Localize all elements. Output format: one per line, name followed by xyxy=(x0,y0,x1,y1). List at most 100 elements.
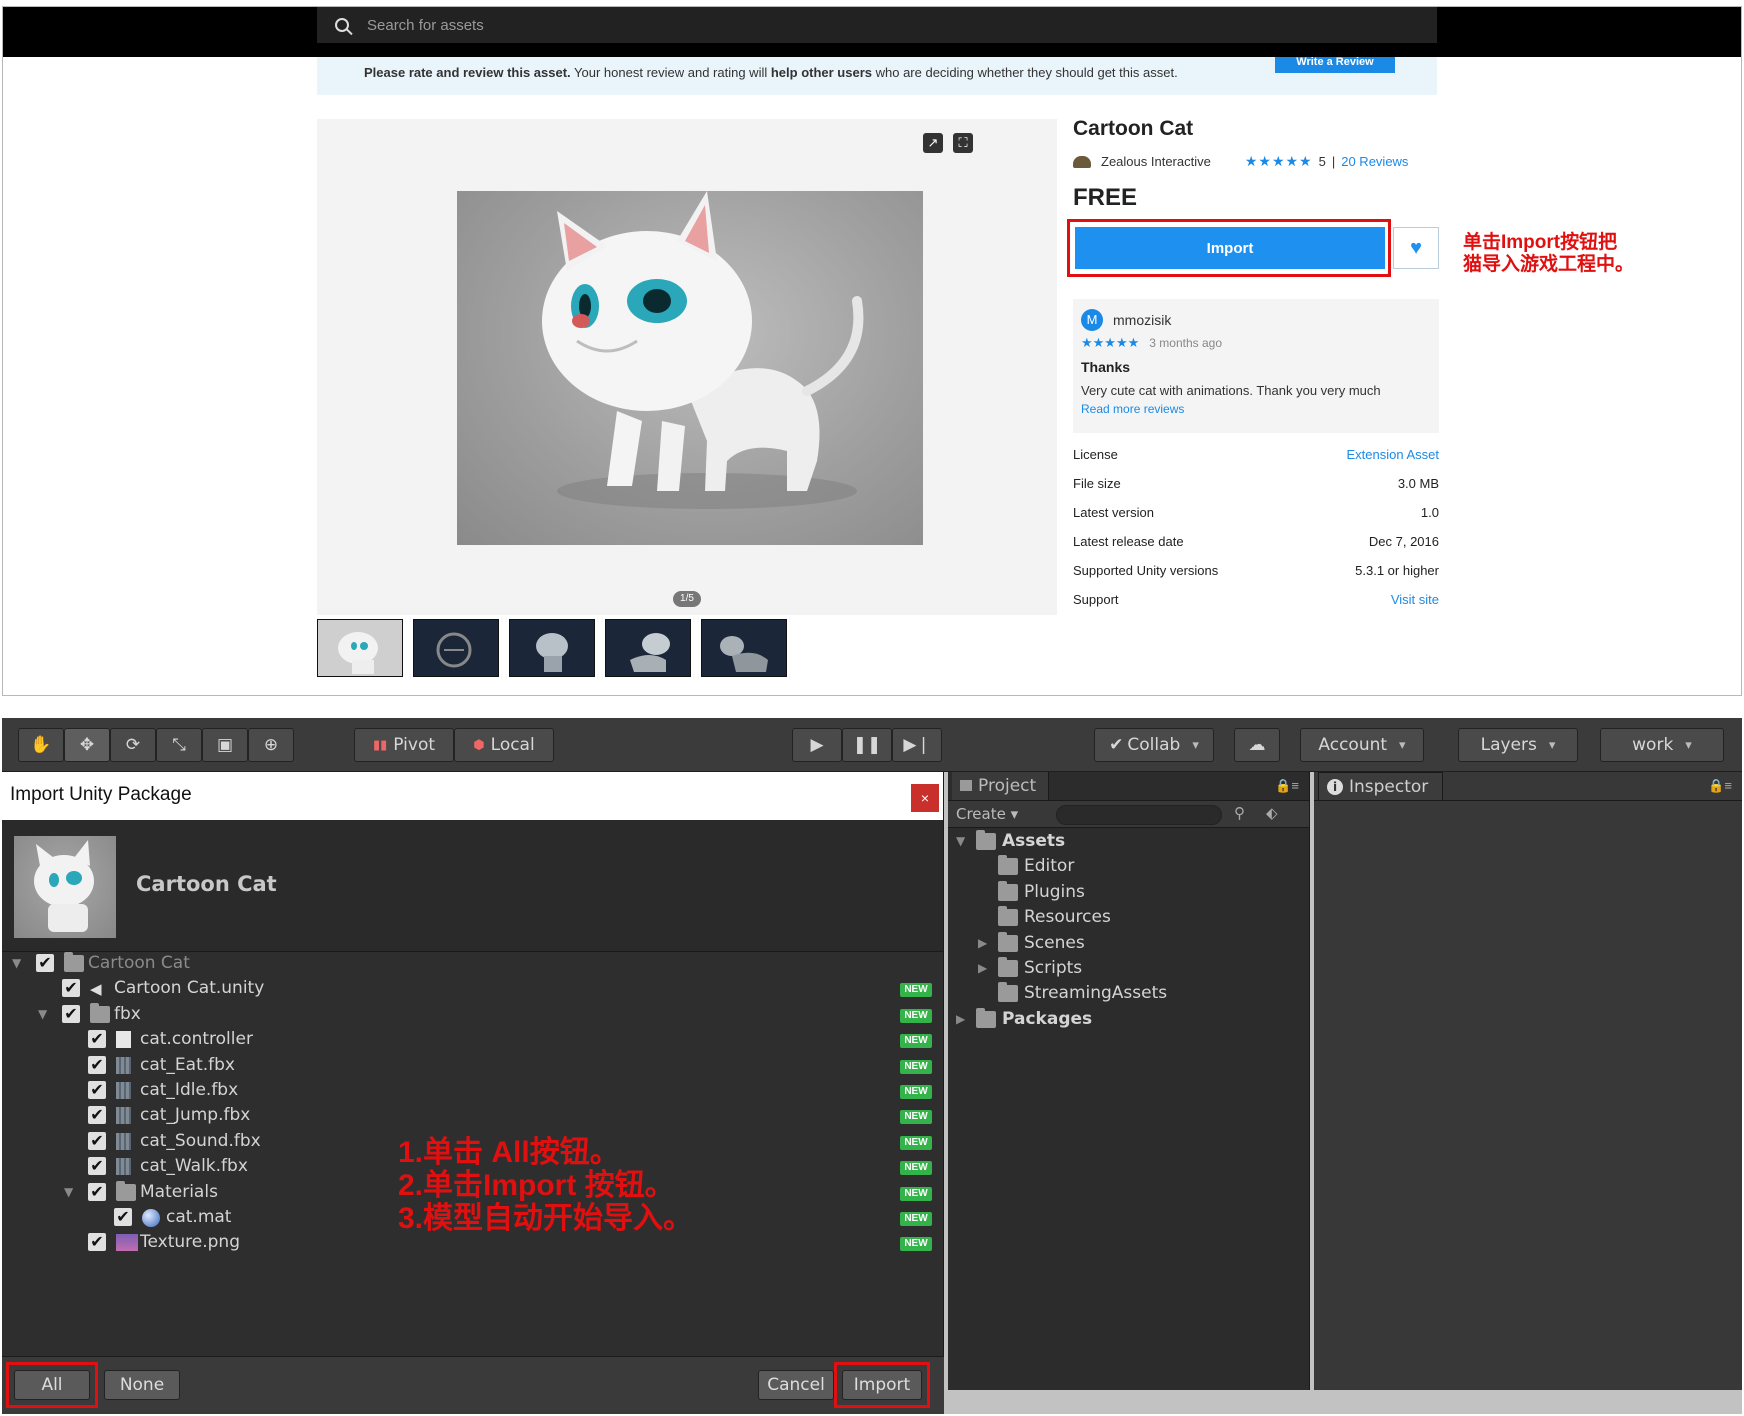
layout-dropdown[interactable]: work xyxy=(1600,728,1724,762)
checkbox[interactable]: ✔ xyxy=(88,1080,106,1099)
expand-arrow-icon[interactable]: ▶ xyxy=(978,936,992,950)
package-item[interactable]: ✔ cat.controller NEW xyxy=(2,1028,944,1053)
asset-search-input[interactable]: Search for assets xyxy=(317,7,1437,43)
none-button[interactable]: None xyxy=(104,1370,180,1400)
checkbox[interactable]: ✔ xyxy=(88,1131,106,1150)
package-item[interactable]: ✔ Texture.png NEW xyxy=(2,1231,944,1256)
tab-project[interactable]: Project xyxy=(952,772,1050,800)
expand-arrow-icon[interactable]: ▶ xyxy=(956,1012,970,1026)
step-icon[interactable]: ▶❘ xyxy=(892,728,942,762)
checkbox[interactable]: ✔ xyxy=(88,1182,106,1201)
create-dropdown[interactable]: Create ▾ xyxy=(956,805,1018,823)
filter-type-icon[interactable]: ⚲ xyxy=(1234,804,1245,822)
package-thumbnail xyxy=(14,836,116,938)
lock-icon[interactable]: 🔒≡ xyxy=(1275,778,1299,794)
fbx-icon xyxy=(116,1132,131,1150)
package-item[interactable]: ✔ cat_Jump.fbx NEW xyxy=(2,1104,944,1129)
project-search-input[interactable] xyxy=(1056,805,1222,825)
project-folder-item[interactable]: ▶ Scenes xyxy=(948,931,1309,957)
package-item-label: cat_Eat.fbx xyxy=(140,1054,235,1075)
favorite-heart-icon[interactable]: ♥ xyxy=(1393,227,1439,269)
search-icon xyxy=(335,18,349,32)
checkbox[interactable]: ✔ xyxy=(62,979,80,998)
cloud-icon[interactable]: ☁ xyxy=(1234,728,1280,762)
expand-arrow-icon[interactable]: ▶ xyxy=(978,961,992,975)
collab-dropdown[interactable]: ✔ Collab xyxy=(1094,728,1214,762)
inspector-lock-icon[interactable]: 🔒≡ xyxy=(1708,778,1732,794)
cartoon-cat-image xyxy=(457,191,923,545)
project-folder-item[interactable]: ▼ Assets xyxy=(948,830,1309,855)
play-icon[interactable]: ▶ xyxy=(792,728,842,762)
package-item[interactable]: ✔ ◀ Cartoon Cat.unity NEW xyxy=(2,977,944,1002)
pivot-toggle[interactable]: ▮▮ Pivot xyxy=(354,728,454,762)
transform-tool-icon[interactable]: ⊕ xyxy=(248,728,294,762)
local-toggle[interactable]: ⬢ Local xyxy=(454,728,554,762)
package-item-label: cat_Sound.fbx xyxy=(140,1130,261,1151)
thumbnail-4[interactable] xyxy=(605,619,691,677)
rotate-tool-icon[interactable]: ⟳ xyxy=(110,728,156,762)
folder-icon xyxy=(998,931,1018,952)
thumbnail-2[interactable] xyxy=(413,619,499,677)
meta-label: Support xyxy=(1073,592,1119,607)
project-folder-label: Editor xyxy=(1024,856,1075,877)
checkbox[interactable]: ✔ xyxy=(114,1207,132,1226)
project-folder-item[interactable]: ▶ Packages xyxy=(948,1007,1309,1033)
meta-value[interactable]: Visit site xyxy=(1391,592,1439,621)
expand-arrow-icon[interactable]: ▼ xyxy=(956,834,970,848)
local-icon: ⬢ xyxy=(473,737,485,753)
checkbox[interactable]: ✔ xyxy=(36,954,54,972)
project-folder-label: StreamingAssets xyxy=(1024,983,1168,1004)
review-title: Thanks xyxy=(1081,359,1131,375)
project-folder-item[interactable]: Resources xyxy=(948,906,1309,931)
folder-icon xyxy=(960,780,972,791)
inspector-panel: i Inspector 🔒≡ xyxy=(1314,772,1742,1390)
expand-arrow-icon[interactable]: ▼ xyxy=(38,1007,52,1021)
instruction-step-2: 2.单击Import 按钮。 xyxy=(398,1169,675,1202)
package-item[interactable]: ▼ ✔ Cartoon Cat xyxy=(2,952,944,977)
fullscreen-icon[interactable]: ⛶ xyxy=(953,133,973,153)
project-folder-item[interactable]: ▶ Scripts xyxy=(948,956,1309,982)
tab-inspector[interactable]: i Inspector xyxy=(1318,772,1444,800)
meta-label: File size xyxy=(1073,476,1121,491)
account-dropdown[interactable]: Account xyxy=(1300,728,1424,762)
instruction-step-3: 3.模型自动开始导入。 xyxy=(398,1202,694,1235)
pause-icon[interactable]: ❚❚ xyxy=(842,728,892,762)
thumbnail-5[interactable] xyxy=(701,619,787,677)
rate-banner-bold: Please rate and review this asset. xyxy=(364,65,571,80)
close-icon[interactable]: × xyxy=(911,784,939,812)
package-item[interactable]: ✔ cat_Eat.fbx NEW xyxy=(2,1054,944,1079)
checkbox[interactable]: ✔ xyxy=(88,1055,106,1074)
reviews-link[interactable]: 20 Reviews xyxy=(1341,154,1408,169)
project-folder-item[interactable]: StreamingAssets xyxy=(948,982,1309,1007)
move-tool-icon[interactable]: ✥ xyxy=(64,728,110,762)
publisher-name[interactable]: Zealous Interactive xyxy=(1101,154,1211,169)
thumbnail-3[interactable] xyxy=(509,619,595,677)
layers-dropdown[interactable]: Layers xyxy=(1458,728,1578,762)
hand-tool-icon[interactable]: ✋ xyxy=(18,728,64,762)
project-folder-item[interactable]: Editor xyxy=(948,855,1309,880)
cancel-button[interactable]: Cancel xyxy=(758,1370,834,1400)
project-folder-item[interactable]: Plugins xyxy=(948,880,1309,906)
checkbox[interactable]: ✔ xyxy=(62,1004,80,1023)
project-panel: Project 🔒≡ Create ▾ ⚲ ⬖ ▼ Assets Editor Plu… xyxy=(948,772,1310,1390)
package-item[interactable]: ✔ cat_Idle.fbx NEW xyxy=(2,1079,944,1104)
write-review-button[interactable]: Write a Review xyxy=(1275,57,1395,73)
asset-meta-table: License Extension Asset File size 3.0 MB Lat… xyxy=(1073,447,1439,621)
label-tag-icon[interactable]: ⬖ xyxy=(1266,804,1278,822)
package-item[interactable]: ▼ ✔ fbx NEW xyxy=(2,1002,944,1028)
rect-tool-icon[interactable]: ▣ xyxy=(202,728,248,762)
meta-value[interactable]: Extension Asset xyxy=(1347,447,1440,476)
annotation-line-1: 单击Import按钮把 xyxy=(1463,232,1618,253)
read-more-reviews-link[interactable]: Read more reviews xyxy=(1081,402,1431,416)
share-icon[interactable]: ↗ xyxy=(923,133,943,153)
scale-tool-icon[interactable]: ⤡ xyxy=(156,728,202,762)
expand-arrow-icon[interactable]: ▼ xyxy=(64,1185,78,1199)
thumbnail-1[interactable] xyxy=(317,619,403,677)
new-badge: NEW xyxy=(900,1034,932,1049)
review-stars: ★★★★★ xyxy=(1081,335,1140,350)
checkbox[interactable]: ✔ xyxy=(88,1030,106,1049)
expand-arrow-icon[interactable]: ▼ xyxy=(12,956,26,970)
checkbox[interactable]: ✔ xyxy=(88,1233,106,1252)
checkbox[interactable]: ✔ xyxy=(88,1157,106,1176)
checkbox[interactable]: ✔ xyxy=(88,1106,106,1125)
